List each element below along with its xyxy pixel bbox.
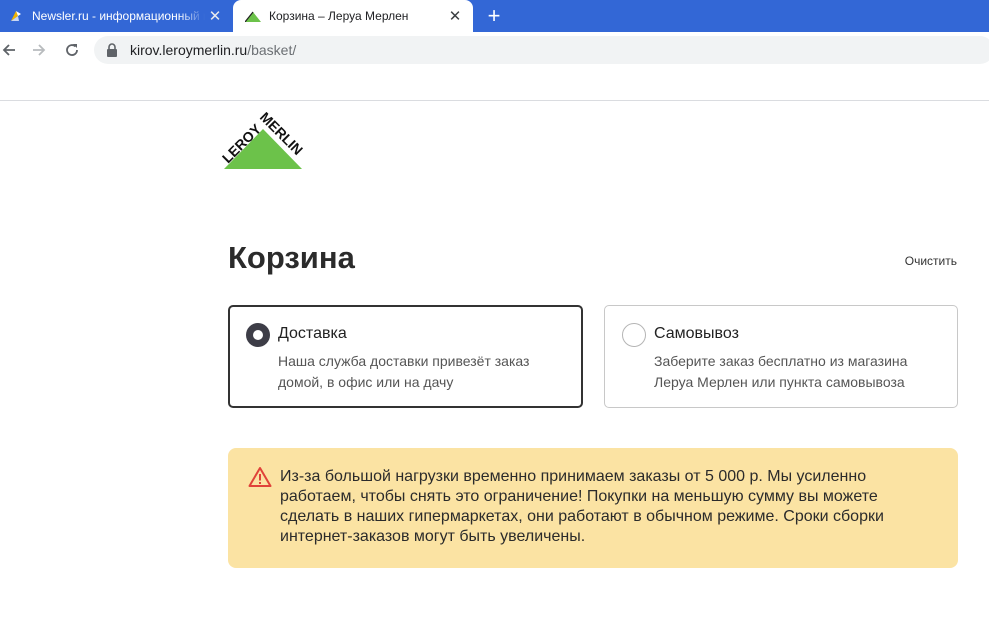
delivery-radio[interactable]	[246, 323, 270, 347]
warning-triangle-icon	[248, 466, 272, 488]
delivery-option-title: Доставка	[278, 325, 347, 342]
tab-title: Newsler.ru - информационный портал	[32, 9, 205, 23]
browser-toolbar: kirov.leroymerlin.ru/basket/	[0, 32, 989, 68]
tab-newsler[interactable]: Newsler.ru - информационный портал ✕	[0, 0, 233, 32]
leroy-merlin-logo[interactable]: LEROY MERLIN	[216, 109, 310, 172]
tab-basket[interactable]: Корзина – Леруа Мерлен ✕	[233, 0, 473, 32]
pickup-option-description: Заберите заказ бесплатно из магазина Лер…	[654, 353, 908, 390]
pickup-option-card[interactable]: Самовывоз Заберите заказ бесплатно из ма…	[604, 305, 958, 408]
back-arrow-icon[interactable]	[0, 39, 20, 61]
notice-text: Из-за большой нагрузки временно принимае…	[280, 468, 884, 545]
browser-tab-strip: Newsler.ru - информационный портал ✕ Кор…	[0, 0, 989, 32]
leroymerlin-favicon-icon	[245, 8, 261, 24]
newsler-favicon-icon	[8, 8, 24, 24]
pickup-radio[interactable]	[622, 323, 646, 347]
lock-icon	[106, 43, 120, 57]
clear-basket-link[interactable]: Очистить	[905, 254, 957, 268]
tab-close-icon[interactable]: ✕	[445, 6, 465, 26]
minimum-order-notice: Из-за большой нагрузки временно принимае…	[228, 448, 958, 568]
tab-close-icon[interactable]: ✕	[205, 6, 225, 26]
forward-arrow-icon[interactable]	[28, 39, 50, 61]
url-text: kirov.leroymerlin.ru/basket/	[130, 42, 296, 58]
toolbar-divider	[0, 100, 989, 101]
page-title: Корзина	[228, 240, 355, 275]
reload-icon[interactable]	[61, 39, 83, 61]
tab-title: Корзина – Леруа Мерлен	[269, 9, 409, 23]
url-path: /basket/	[247, 42, 297, 58]
new-tab-plus-icon[interactable]: +	[483, 5, 505, 27]
delivery-option-card[interactable]: Доставка Наша служба доставки привезёт з…	[228, 305, 583, 408]
address-bar[interactable]: kirov.leroymerlin.ru/basket/	[94, 36, 989, 64]
pickup-option-title: Самовывоз	[654, 325, 739, 342]
delivery-option-description: Наша служба доставки привезёт заказ домо…	[278, 353, 530, 390]
url-host: kirov.leroymerlin.ru	[130, 42, 248, 58]
